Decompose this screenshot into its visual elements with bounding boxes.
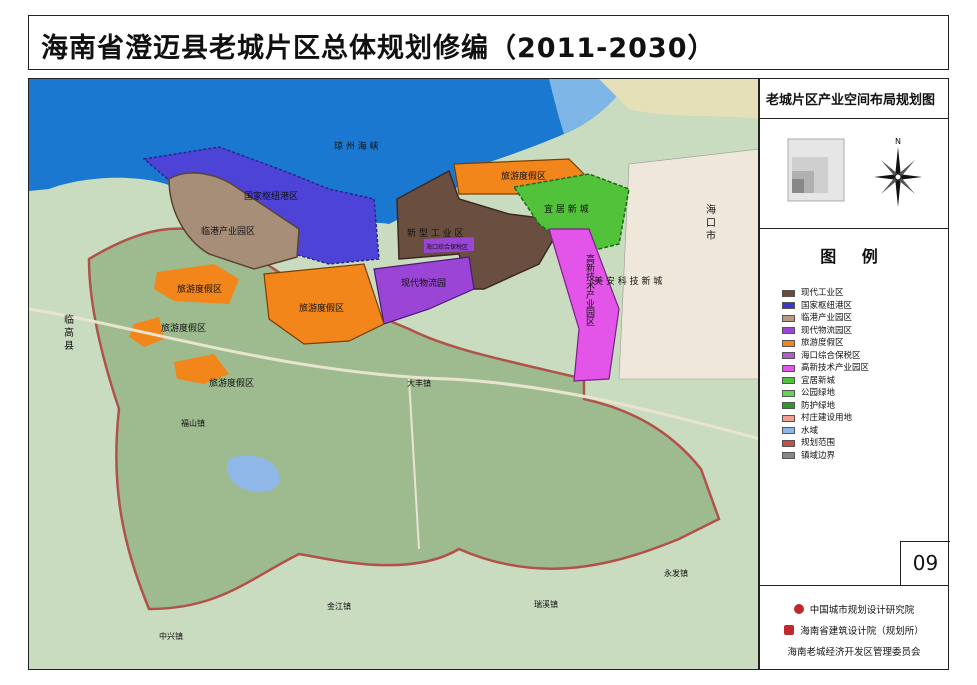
legend-label: 国家枢纽港区: [801, 300, 853, 311]
legend-label: 宜居新城: [801, 375, 836, 386]
resort-north-label: 旅游度假区: [501, 170, 546, 182]
legend-item: 防护绿地: [782, 400, 869, 413]
legend-label: 临港产业园区: [801, 313, 853, 323]
svg-text:N: N: [895, 137, 901, 146]
legend-swatch: [782, 439, 795, 447]
legend-item: 高新技术产业园区: [782, 362, 869, 375]
legend-swatch: [782, 427, 795, 435]
legend-item: 临港产业园区: [782, 312, 869, 325]
credit-line-2: 海南省建筑设计院（规划所）: [760, 623, 948, 637]
bonded-label: 海口综合保税区: [426, 243, 468, 251]
industry-label: 新 型 工 业 区: [407, 227, 463, 239]
legend-swatch: [782, 352, 795, 360]
legend-swatch: [782, 414, 795, 422]
zhongxing-label: 中兴镇: [159, 631, 183, 641]
hightech-label: 高新技术产业园区: [584, 253, 595, 326]
side-panel: 老城片区产业空间布局规划图 N 图 例 现代工业区国家枢纽港区 临港产业园区 现代物…: [759, 78, 950, 671]
legend-swatch: [782, 389, 795, 397]
resort-west2-label: 旅游度假区: [161, 322, 206, 334]
legend-item: 国家枢纽港区: [782, 300, 869, 313]
credit-line-3: 海南老城经济开发区管理委员会: [787, 647, 921, 658]
locator-and-compass: N: [787, 137, 922, 207]
legend-label: 现代物流园区: [801, 325, 853, 336]
legend-item: 旅游度假区: [782, 337, 869, 350]
map-title-section: 老城片区产业空间布局规划图: [760, 79, 948, 119]
legend-item: 现代物流园区: [782, 325, 869, 338]
legend-label: 防护绿地: [801, 400, 836, 411]
resort-west3-label: 旅游度假区: [209, 377, 254, 389]
credit-line-1: 中国城市规划设计研究院: [760, 602, 948, 616]
legend-heading: 图 例: [820, 247, 888, 266]
locator-map-thumbnail: [787, 138, 845, 202]
legend-swatch: [782, 452, 795, 460]
legend-label: 高新技术产业园区: [801, 363, 870, 373]
legend-item: 镇域边界: [782, 450, 869, 463]
north-arrow-icon: N: [874, 137, 922, 207]
legend-label: 现代工业区: [801, 288, 844, 298]
legend-swatch: [782, 339, 795, 347]
legend-swatch: [782, 314, 795, 322]
legend-label: 镇域边界: [801, 450, 836, 461]
legend-swatch: [782, 302, 795, 310]
legend-item: 水域: [782, 425, 869, 438]
lingang-label: 临港产业园区: [201, 225, 255, 237]
legend-label: 规划范围: [801, 438, 836, 448]
legend-item: 海口综合保税区: [782, 350, 869, 363]
resort-west1-label: 旅游度假区: [177, 283, 222, 295]
legend-swatch: [782, 377, 795, 385]
tech-city-label: 美 安 科 技 新 城: [594, 275, 662, 287]
fushan-label: 福山镇: [181, 418, 205, 428]
haikou-label: 海 口 市: [704, 203, 716, 241]
jinjiang-label: 金江镇: [327, 601, 351, 611]
legend-label: 公园绿地: [801, 388, 836, 398]
legend-label: 旅游度假区: [801, 338, 844, 348]
legend-swatch: [782, 402, 795, 410]
map-title: 老城片区产业空间布局规划图: [766, 93, 936, 108]
legend-section: 图 例 现代工业区国家枢纽港区 临港产业园区 现代物流园区 旅游度假区海口综合保税区高…: [760, 229, 948, 541]
hub-port-label: 国家枢纽港区: [244, 190, 298, 202]
hainan-design-logo-icon: [784, 625, 795, 635]
page-number-box: 09: [900, 541, 950, 585]
legend-swatch: [782, 327, 795, 335]
legend-swatch: [782, 289, 795, 297]
yongfa-label: 永发镇: [664, 568, 688, 578]
lingao-label: 临 高 县: [62, 313, 74, 351]
legend-label: 海口综合保税区: [801, 350, 861, 361]
map-canvas[interactable]: 琼 州 海 峡 国家枢纽港区 临港产业园区 新 型 工 业 区 海口综合保税区 …: [28, 78, 759, 670]
dafeng-label: 大丰镇: [407, 378, 431, 388]
legend-label: 水域: [801, 425, 819, 436]
map-document-title: 海南省澄迈县老城片区总体规划修编（2011-2030）: [41, 33, 716, 64]
legend-label: 村庄建设用地: [801, 413, 853, 423]
legend-swatch: [782, 364, 795, 372]
strait-label: 琼 州 海 峡: [334, 140, 379, 152]
page-number: 09: [912, 551, 939, 575]
livable-label: 宜 居 新 城: [544, 203, 589, 215]
legend-item: 村庄建设用地: [782, 412, 869, 425]
locator-section: N: [760, 119, 948, 229]
legend-item: 现代工业区: [782, 287, 869, 300]
caupd-logo-icon: [793, 604, 804, 614]
legend-item: 规划范围: [782, 437, 869, 450]
map-labels: 琼 州 海 峡 国家枢纽港区 临港产业园区 新 型 工 业 区 海口综合保税区 …: [62, 140, 716, 641]
credits-section: 中国城市规划设计研究院 海南省建筑设计院（规划所） 海南老城经济开发区管理委员会: [760, 585, 948, 671]
legend-list: 现代工业区国家枢纽港区 临港产业园区 现代物流园区 旅游度假区海口综合保税区 高新技术产…: [782, 287, 869, 462]
ruixi-label: 瑞溪镇: [534, 599, 558, 609]
resort-center-label: 旅游度假区: [299, 302, 344, 314]
legend-item: 宜居新城: [782, 375, 869, 388]
legend-item: 公园绿地: [782, 387, 869, 400]
title-bar: 海南省澄迈县老城片区总体规划修编（2011-2030）: [28, 15, 949, 70]
logistics-label: 现代物流园: [401, 277, 446, 289]
